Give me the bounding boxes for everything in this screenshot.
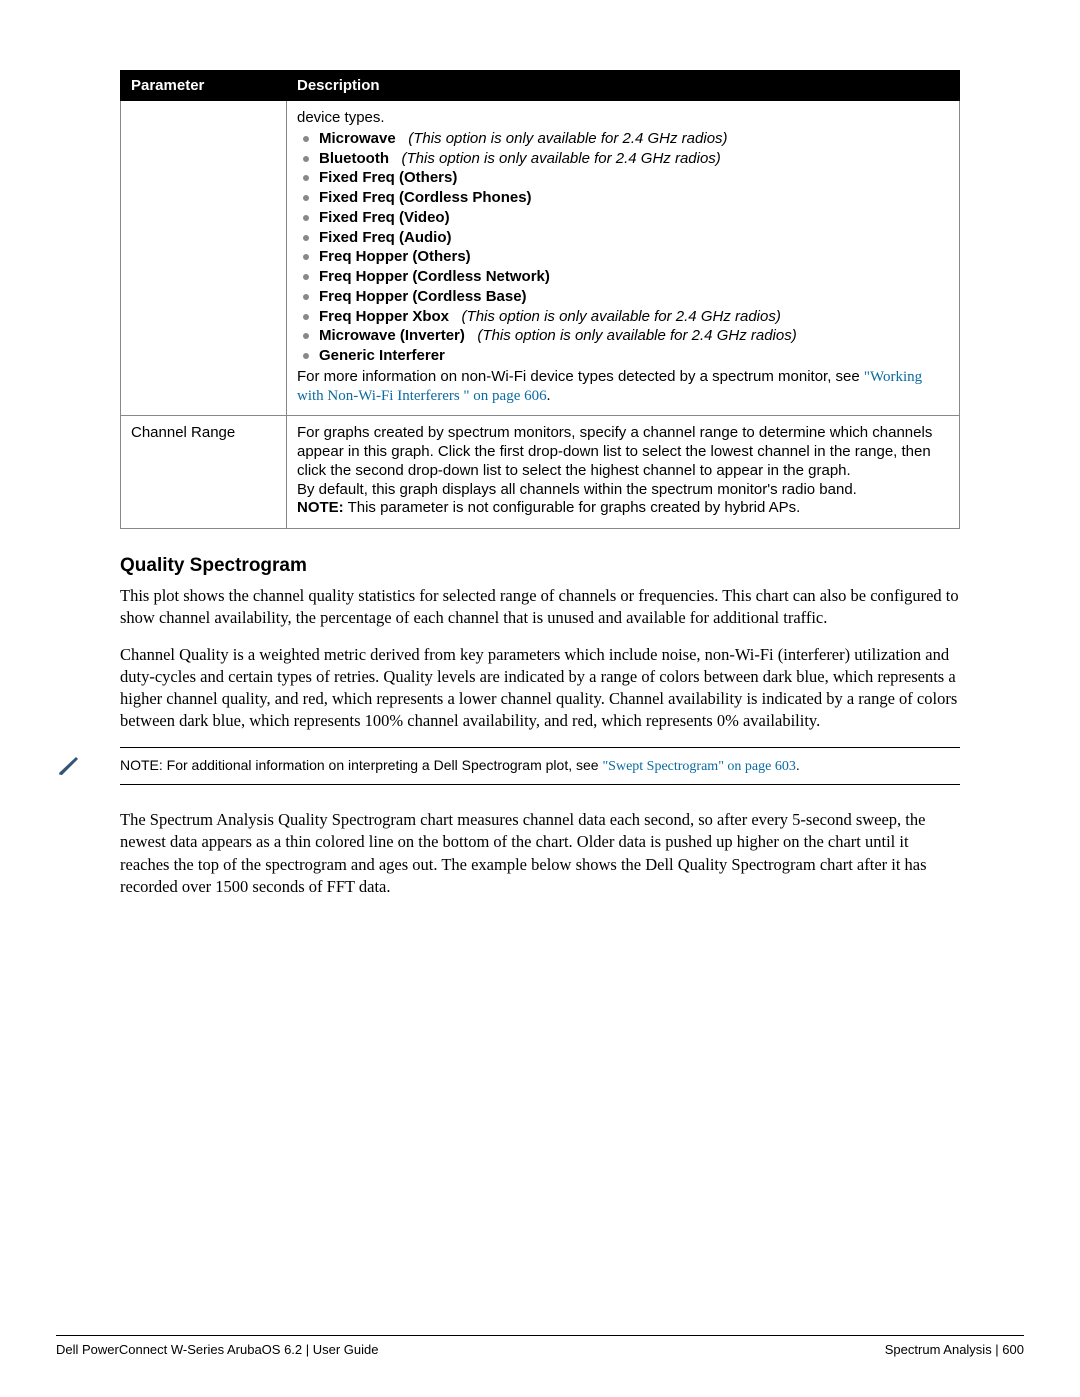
desc-cell-channel-range: For graphs created by spectrum monitors,… xyxy=(287,416,960,529)
list-item: Generic Interferer xyxy=(297,347,949,366)
th-description: Description xyxy=(287,71,960,101)
th-parameter: Parameter xyxy=(121,71,287,101)
page-footer: Dell PowerConnect W-Series ArubaOS 6.2 |… xyxy=(56,1335,1024,1357)
post-end: . xyxy=(547,388,551,404)
param-cell-channel-range: Channel Range xyxy=(121,416,287,529)
body-paragraph: The Spectrum Analysis Quality Spectrogra… xyxy=(120,809,960,898)
list-item: Freq Hopper Xbox (This option is only av… xyxy=(297,308,949,327)
list-item: Freq Hopper (Cordless Base) xyxy=(297,288,949,307)
note-text: NOTE: For additional information on inte… xyxy=(120,747,960,786)
link-swept-spectrogram[interactable]: "Swept Spectrogram" on page 603 xyxy=(602,759,795,774)
list-item: Freq Hopper (Others) xyxy=(297,248,949,267)
desc-cell-devicetypes: device types. Microwave (This option is … xyxy=(287,101,960,416)
device-type-list: Microwave (This option is only available… xyxy=(297,130,949,366)
heading-quality-spectrogram: Quality Spectrogram xyxy=(120,555,960,577)
note-icon xyxy=(56,753,80,777)
note-block: NOTE: For additional information on inte… xyxy=(56,747,960,786)
post-text: For more information on non-Wi-Fi device… xyxy=(297,368,864,385)
list-item: Microwave (Inverter) (This option is onl… xyxy=(297,327,949,346)
body-paragraph: Channel Quality is a weighted metric der… xyxy=(120,644,960,733)
parameter-table: Parameter Description device types. Micr… xyxy=(120,70,960,529)
footer-right: Spectrum Analysis | 600 xyxy=(885,1342,1024,1357)
list-item: Microwave (This option is only available… xyxy=(297,130,949,149)
footer-left: Dell PowerConnect W-Series ArubaOS 6.2 |… xyxy=(56,1342,379,1357)
page-content: Parameter Description device types. Micr… xyxy=(120,70,960,912)
list-item: Bluetooth (This option is only available… xyxy=(297,150,949,169)
list-item: Fixed Freq (Cordless Phones) xyxy=(297,189,949,208)
table-row: Channel Range For graphs created by spec… xyxy=(121,416,960,529)
cr-line1: For graphs created by spectrum monitors,… xyxy=(297,424,949,480)
list-item: Fixed Freq (Audio) xyxy=(297,229,949,248)
table-row: device types. Microwave (This option is … xyxy=(121,101,960,416)
param-cell-empty xyxy=(121,101,287,416)
cr-line2: By default, this graph displays all chan… xyxy=(297,481,949,500)
body-paragraph: This plot shows the channel quality stat… xyxy=(120,585,960,630)
cr-line3: NOTE: This parameter is not configurable… xyxy=(297,499,949,518)
list-item: Freq Hopper (Cordless Network) xyxy=(297,268,949,287)
intro-text: device types. xyxy=(297,109,385,126)
list-item: Fixed Freq (Others) xyxy=(297,169,949,188)
list-item: Fixed Freq (Video) xyxy=(297,209,949,228)
